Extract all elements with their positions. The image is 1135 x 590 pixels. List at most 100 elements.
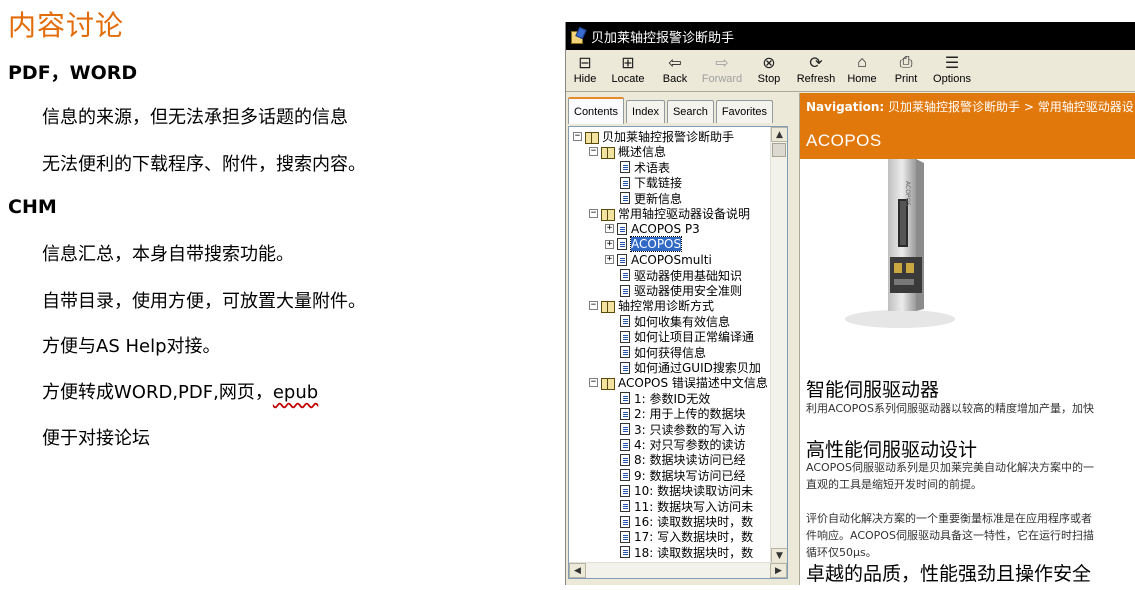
scroll-up-icon[interactable]: ▲ bbox=[771, 127, 787, 142]
refresh-button[interactable]: ⟳ Refresh bbox=[792, 53, 840, 85]
bullet-text: 信息的来源，但无法承担多话题的信息 bbox=[42, 107, 348, 128]
collapse-minus-icon[interactable]: − bbox=[573, 132, 582, 141]
tree-topic-item[interactable]: 驱动器使用基础知识 bbox=[605, 268, 742, 283]
home-button[interactable]: ⌂ Home bbox=[840, 53, 884, 85]
tree-topic-item[interactable]: 3: 只读参数的写入访 bbox=[605, 422, 746, 437]
section-text: ACOPOS伺服驱动系列是贝加莱完美自动化解决方案中的一 bbox=[806, 461, 1094, 474]
tree-folder-item[interactable]: − ACOPOS 错误描述中文信息 bbox=[589, 375, 767, 390]
section-text: 直观的工具是缩短开发时间的前提。 bbox=[806, 478, 982, 491]
topic-page-icon bbox=[620, 392, 630, 405]
tree-topic-item[interactable]: 1: 参数ID无效 bbox=[605, 391, 710, 406]
topic-page-icon bbox=[620, 438, 630, 451]
help-app-icon bbox=[570, 28, 586, 44]
tree-topic-item[interactable]: 10: 数据块读取访问未 bbox=[605, 483, 753, 498]
topic-title: ACOPOS bbox=[806, 131, 882, 150]
tab-index[interactable]: Index bbox=[626, 100, 665, 123]
forward-arrow-icon: ⇨ bbox=[715, 55, 729, 72]
tree-folder-item[interactable]: − 轴控常用诊断方式 bbox=[589, 298, 714, 313]
tree-item-label: ACOPOSmulti bbox=[631, 252, 712, 267]
tree-folder-item[interactable]: − 概述信息 bbox=[589, 144, 666, 159]
scroll-thumb[interactable] bbox=[772, 143, 786, 157]
navigation-path[interactable]: 贝加莱轴控报警诊断助手 > 常用轴控驱动器设 bbox=[888, 100, 1134, 114]
bullet-text: 便于对接论坛 bbox=[42, 428, 150, 449]
section-text: 利用ACOPOS系列伺服驱动器以较高的精度增加产量，加快 bbox=[806, 402, 1094, 415]
stop-button[interactable]: ⊗ Stop bbox=[746, 53, 792, 85]
tree-topic-item[interactable]: 下载链接 bbox=[605, 175, 682, 190]
section-heading: 卓越的品质，性能强劲且操作安全 bbox=[806, 563, 1092, 585]
locate-button[interactable]: ⊞ Locate bbox=[604, 53, 652, 85]
toolbar: ⊟ Hide ⊞ Locate ⇦ Back ⇨ Forward ⊗ Stop ⟳ Refresh ⌂ H… bbox=[566, 50, 1135, 92]
tree-topic-item[interactable]: 4: 对只写参数的读访 bbox=[605, 437, 746, 452]
topic-page-icon bbox=[617, 253, 627, 266]
collapse-minus-icon[interactable]: − bbox=[589, 301, 598, 311]
tree-topic-item[interactable]: 17: 写入数据块时，数 bbox=[605, 529, 753, 544]
tree-topic-item[interactable]: 如何让项目正常编译通 bbox=[605, 329, 754, 344]
bullet-text: 信息汇总，本身自带搜索功能。 bbox=[42, 244, 294, 265]
collapse-minus-icon[interactable]: − bbox=[589, 209, 598, 218]
tree-topic-item[interactable]: 9: 数据块写访问已经 bbox=[605, 468, 746, 483]
tree-topic-item[interactable]: 2: 用于上传的数据块 bbox=[605, 406, 746, 421]
printer-icon: ⎙ bbox=[899, 54, 913, 71]
tree-folder-item[interactable]: − 常用轴控驱动器设备说明 bbox=[589, 206, 750, 221]
tree-folder-item[interactable]: − 贝加莱轴控报警诊断助手 bbox=[573, 129, 734, 144]
scroll-left-icon[interactable]: ◀ bbox=[569, 563, 586, 578]
back-arrow-icon: ⇦ bbox=[668, 55, 682, 72]
tree-topic-item[interactable]: + ACOPOS P3 bbox=[605, 221, 700, 236]
tree-topic-item[interactable]: 如何通过GUID搜索贝加 bbox=[605, 360, 761, 375]
section-heading: 智能伺服驱动器 bbox=[806, 379, 940, 401]
tree-topic-item[interactable]: 如何获得信息 bbox=[605, 345, 706, 360]
open-book-icon bbox=[601, 300, 615, 313]
collapse-minus-icon[interactable]: − bbox=[589, 147, 598, 157]
topic-content-pane: Navigation: 贝加莱轴控报警诊断助手 > 常用轴控驱动器设 ACOPO… bbox=[799, 93, 1135, 585]
back-button[interactable]: ⇦ Back bbox=[652, 53, 698, 85]
refresh-icon: ⟳ bbox=[809, 55, 823, 72]
bullet-epub-prefix: 方便转成WORD,PDF,网页， bbox=[42, 382, 273, 403]
print-button[interactable]: ⎙ Print bbox=[884, 53, 928, 85]
scroll-down-icon[interactable]: ▼ bbox=[771, 548, 787, 563]
topic-page-icon bbox=[617, 238, 627, 251]
tree-vertical-scrollbar[interactable]: ▲ ▼ bbox=[770, 127, 787, 563]
bullet-text: 方便与AS Help对接。 bbox=[42, 336, 221, 357]
hide-button[interactable]: ⊟ Hide bbox=[566, 53, 604, 85]
toolbar-button-label: Forward bbox=[701, 73, 743, 85]
topic-page-icon bbox=[620, 423, 630, 436]
tab-contents[interactable]: Contents bbox=[568, 97, 625, 124]
expand-plus-icon[interactable]: + bbox=[605, 224, 614, 234]
topic-header-bar: Navigation: 贝加莱轴控报警诊断助手 > 常用轴控驱动器设 ACOPO… bbox=[800, 93, 1135, 159]
toolbar-button-label: Locate bbox=[611, 73, 645, 85]
expand-plus-icon[interactable]: + bbox=[605, 239, 614, 249]
window-titlebar[interactable]: 贝加莱轴控报警诊断助手 bbox=[566, 22, 1135, 50]
tree-topic-item[interactable]: 驱动器使用安全准则 bbox=[605, 283, 742, 298]
tree-topic-item[interactable]: 11: 数据块写入访问未 bbox=[605, 499, 753, 514]
toolbar-button-label: Back bbox=[662, 73, 688, 85]
tree-topic-item[interactable]: 16: 读取数据块时，数 bbox=[605, 514, 753, 529]
tab-search[interactable]: Search bbox=[666, 100, 714, 123]
tab-favorites[interactable]: Favorites bbox=[715, 100, 774, 123]
tree-topic-item[interactable]: 8: 数据块读访问已经 bbox=[605, 452, 746, 467]
topic-page-icon bbox=[620, 515, 630, 528]
open-book-icon bbox=[585, 131, 599, 144]
stop-icon: ⊗ bbox=[762, 55, 776, 72]
options-button[interactable]: ☰ Options bbox=[928, 53, 976, 85]
chm-help-window: 贝加莱轴控报警诊断助手 ⊟ Hide ⊞ Locate ⇦ Back ⇨ Forward ⊗ St… bbox=[565, 22, 1135, 585]
tree-topic-item[interactable]: 如何收集有效信息 bbox=[605, 314, 730, 329]
tree-item-label: ACOPOS bbox=[629, 236, 683, 253]
collapse-minus-icon[interactable]: − bbox=[589, 378, 598, 388]
topic-page-icon bbox=[620, 330, 630, 343]
topic-page-icon bbox=[620, 346, 630, 359]
topic-page-icon bbox=[620, 407, 630, 420]
toolbar-button-label: Hide bbox=[573, 73, 597, 85]
tree-topic-item[interactable]: 更新信息 bbox=[605, 191, 682, 206]
svg-text:ACOPOS: ACOPOS bbox=[904, 181, 911, 206]
toolbar-button-label: Options bbox=[933, 73, 971, 85]
expand-plus-icon[interactable]: + bbox=[605, 255, 614, 265]
tree-topic-item[interactable]: + ACOPOS bbox=[605, 236, 683, 253]
navigation-pane: Contents Index Search Favorites − 贝加莱轴控报警诊断助… bbox=[566, 93, 792, 585]
tree-topic-item[interactable]: + ACOPOSmulti bbox=[605, 252, 712, 267]
tree-topic-item[interactable]: 18: 读取数据块时，数 bbox=[605, 545, 753, 560]
contents-tree[interactable]: − 贝加莱轴控报警诊断助手 − 概述信息 术语表 下载链接 更新信息 − 常用轴控驱动器设备说明… bbox=[568, 126, 788, 579]
scroll-right-icon[interactable]: ▶ bbox=[770, 563, 787, 578]
tree-topic-item[interactable]: 术语表 bbox=[605, 160, 670, 175]
tree-horizontal-scrollbar[interactable]: ◀ ▶ bbox=[569, 562, 787, 578]
forward-button: ⇨ Forward bbox=[698, 53, 746, 85]
